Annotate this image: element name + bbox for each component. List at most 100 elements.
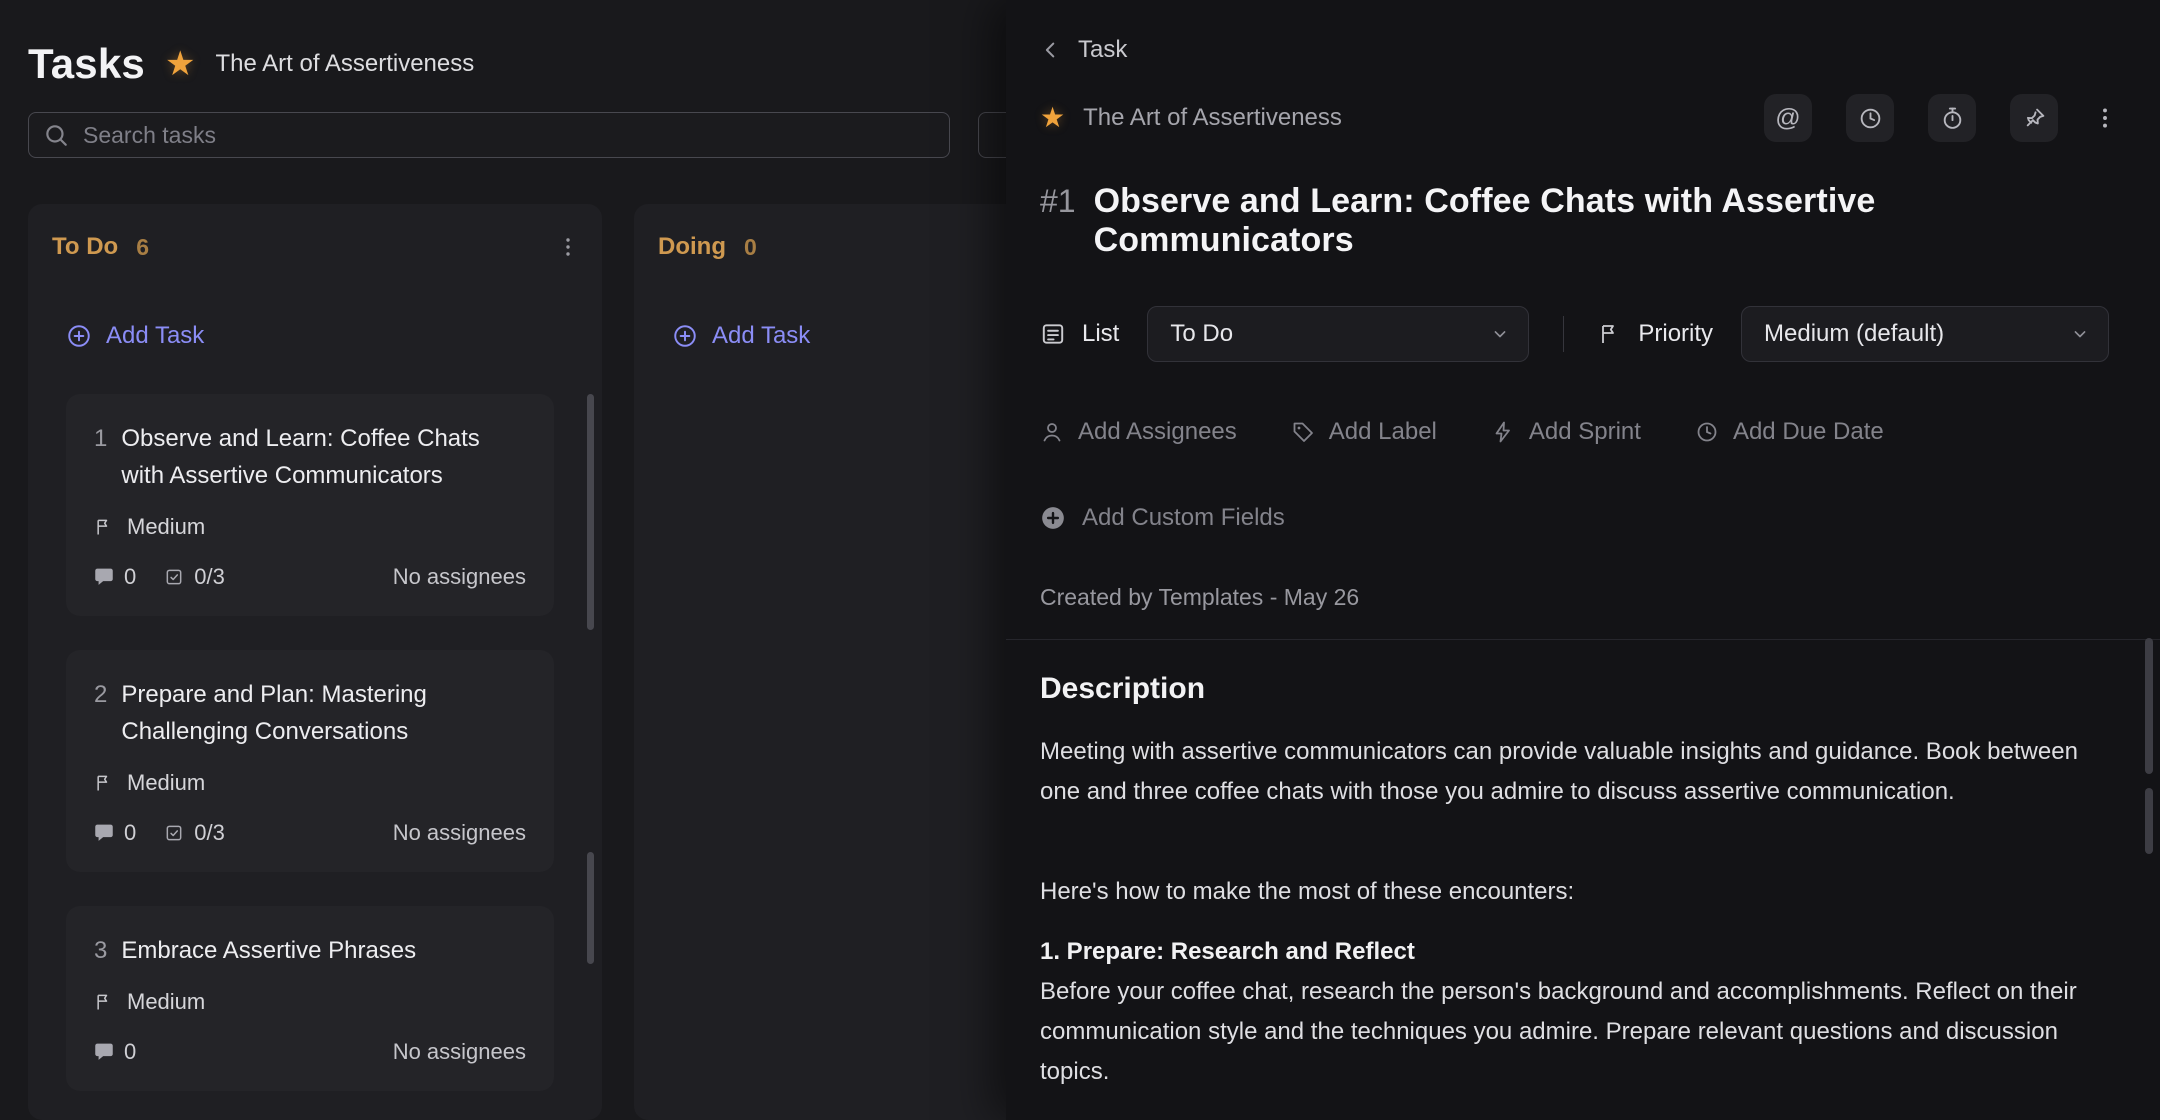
search-icon [43,122,69,148]
task-title-row: #1 Observe and Learn: Coffee Chats with … [1040,182,2118,260]
description-heading: Description [1040,672,2118,706]
list-icon [1040,321,1066,347]
column-title: To Do [52,233,118,261]
card-footer: 0 0/3 No assignees [94,820,526,846]
timer-button[interactable] [1928,94,1976,142]
back-label: Task [1078,36,1127,64]
panel-scrollbar-thumb[interactable] [2145,638,2153,774]
pin-icon [2022,106,2047,131]
meta-divider [1563,316,1564,352]
priority-dropdown[interactable]: Medium (default) [1741,306,2109,362]
pin-button[interactable] [2010,94,2058,142]
more-menu-icon[interactable] [2092,105,2118,131]
column-title: Doing [658,233,726,261]
board-project-name: The Art of Assertiveness [215,50,474,78]
checkbox-icon [164,567,184,587]
card-priority: Medium [94,514,526,540]
description-paragraph: Here's how to make the most of these enc… [1040,872,2078,912]
flag-icon [1598,322,1622,346]
task-detail-panel: Task ★ The Art of Assertiveness @ [1006,0,2160,1120]
priority-value: Medium [127,770,205,796]
priority-value: Medium [127,989,205,1015]
column-count: 6 [136,234,149,261]
flag-icon [94,773,114,793]
checkbox-icon [164,823,184,843]
add-assignees-button[interactable]: Add Assignees [1040,418,1237,446]
card-number: 3 [94,932,107,969]
assignees-label: No assignees [393,820,526,846]
add-task-label: Add Task [106,322,204,350]
description-subheading: 1. Prepare: Research and Reflect [1040,932,2078,972]
description-paragraph: Meeting with assertive communicators can… [1040,732,2078,812]
add-custom-fields-button[interactable]: Add Custom Fields [1040,504,2118,532]
add-task-label: Add Task [712,322,810,350]
clock-icon [1695,420,1719,444]
person-icon [1040,420,1064,444]
plus-filled-icon [1040,505,1066,531]
assignees-label: No assignees [393,1039,526,1065]
comment-count: 0 [94,820,136,846]
column-menu-icon[interactable] [556,235,580,259]
task-number: #1 [1040,183,1076,220]
comment-count: 0 [94,564,136,590]
comment-icon [94,567,114,587]
card-title: 2 Prepare and Plan: Mastering Challengin… [94,676,526,750]
card-footer: 0 No assignees [94,1039,526,1065]
card-title: 3 Embrace Assertive Phrases [94,932,526,969]
detail-project-name: The Art of Assertiveness [1083,104,1342,132]
column-todo-header: To Do 6 [28,226,602,268]
checklist-progress: 0/3 [164,564,225,590]
lightning-icon [1491,420,1515,444]
tag-icon [1291,420,1315,444]
flag-icon [94,517,114,537]
card-title: 1 Observe and Learn: Coffee Chats with A… [94,420,526,494]
card-title-text: Observe and Learn: Coffee Chats with Ass… [121,420,526,494]
column-scrollbar-thumb[interactable] [587,852,594,964]
search-input[interactable] [83,122,935,149]
add-due-date-button[interactable]: Add Due Date [1695,418,1884,446]
comment-icon [94,1042,114,1062]
chevron-down-icon [2070,324,2090,344]
card-title-text: Prepare and Plan: Mastering Challenging … [121,676,526,750]
card-number: 1 [94,420,107,494]
description-paragraph: Before your coffee chat, research the pe… [1040,972,2078,1092]
add-task-button[interactable]: Add Task [672,322,810,350]
panel-scrollbar-thumb[interactable] [2145,788,2153,854]
card-title-text: Embrace Assertive Phrases [121,932,416,969]
priority-field-label: Priority [1598,320,1713,348]
progress-button[interactable] [1846,94,1894,142]
priority-value: Medium [127,514,205,540]
card-priority: Medium [94,770,526,796]
task-card[interactable]: 2 Prepare and Plan: Mastering Challengin… [66,650,554,872]
comment-count: 0 [94,1039,136,1065]
panel-action-buttons: @ [1764,94,2118,142]
description-body[interactable]: Meeting with assertive communicators can… [1040,732,2118,1120]
column-todo: To Do 6 Add Task 1 O [28,204,602,1120]
stopwatch-icon [1940,106,1965,131]
comment-icon [94,823,114,843]
add-task-button[interactable]: Add Task [66,322,204,350]
back-chevron-icon [1040,39,1062,61]
project-star-icon: ★ [1040,104,1065,132]
list-dropdown-value: To Do [1170,320,1233,348]
page-title: Tasks [28,40,145,88]
mention-button[interactable]: @ [1764,94,1812,142]
flag-icon [94,992,114,1012]
quick-actions-row: Add Assignees Add Label Add Sprint [1040,418,2118,446]
back-button[interactable]: Task [1040,36,1127,64]
section-divider [1006,639,2160,640]
add-sprint-button[interactable]: Add Sprint [1491,418,1641,446]
column-scrollbar-thumb[interactable] [587,394,594,630]
clock-history-icon [1858,106,1883,131]
task-card[interactable]: 1 Observe and Learn: Coffee Chats with A… [66,394,554,616]
card-footer: 0 0/3 No assignees [94,564,526,590]
plus-circle-icon [66,323,92,349]
task-card[interactable]: 3 Embrace Assertive Phrases Medium [66,906,554,1091]
checklist-progress: 0/3 [164,820,225,846]
list-dropdown[interactable]: To Do [1147,306,1529,362]
search-box[interactable] [28,112,950,158]
created-by-text: Created by Templates - May 26 [1040,584,2118,611]
add-label-button[interactable]: Add Label [1291,418,1437,446]
task-title: Observe and Learn: Coffee Chats with Ass… [1094,182,2118,260]
task-meta-row: List To Do Priority Medium (default) [1040,306,2118,362]
